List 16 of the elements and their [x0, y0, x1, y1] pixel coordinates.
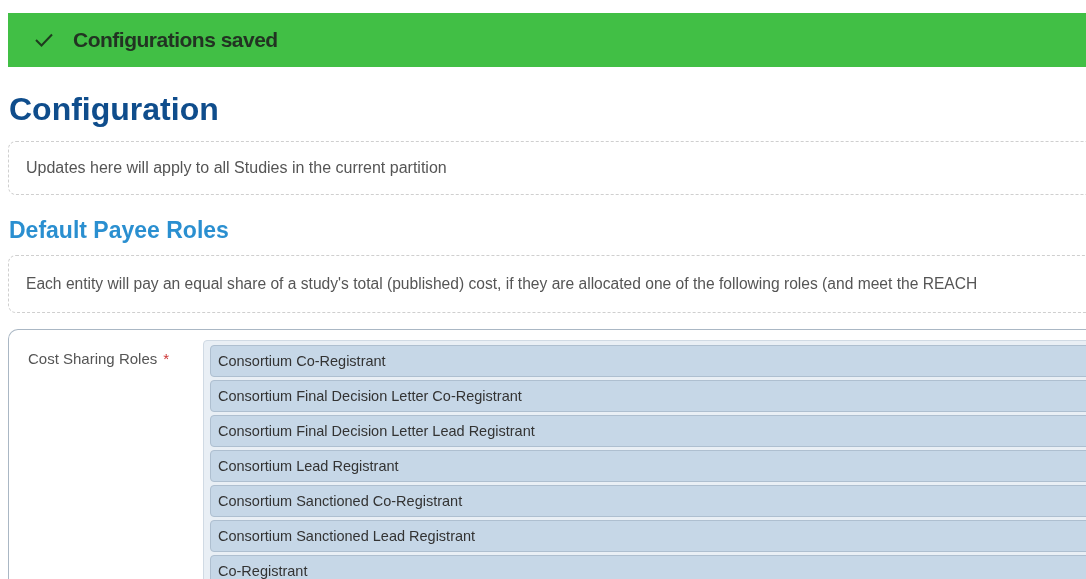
- multiselect-field[interactable]: [203, 340, 1086, 579]
- selected-role-chip[interactable]: Consortium Final Decision Letter Co-Registrant: [210, 380, 1086, 412]
- selected-role-chip[interactable]: Consortium Lead Registrant: [210, 450, 1086, 482]
- banner-message: Configurations saved: [73, 28, 278, 52]
- check-icon: [35, 33, 53, 47]
- required-mark: *: [163, 350, 170, 367]
- selected-role-chip[interactable]: Co-Registrant: [210, 555, 1086, 579]
- notice-text: Updates here will apply to all Studies in the current partition: [26, 159, 447, 176]
- selected-role-chip[interactable]: Consortium Sanctioned Lead Registrant: [210, 520, 1086, 552]
- page-title: Configuration: [9, 90, 220, 129]
- selected-role-chip[interactable]: Consortium Co-Registrant: [210, 345, 1086, 377]
- selected-role-chip[interactable]: Consortium Final Decision Letter Lead Registrant: [210, 415, 1086, 447]
- field-label: Cost Sharing Roles: [28, 350, 158, 367]
- description-text: Each entity will pay an equal share of a study's total (published) cost, if they are allocated one of the following roles (and meet the REACH: [26, 275, 978, 292]
- selected-role-chip[interactable]: Consortium Sanctioned Co-Registrant: [210, 485, 1086, 517]
- section-heading: Default Payee Roles: [9, 216, 230, 245]
